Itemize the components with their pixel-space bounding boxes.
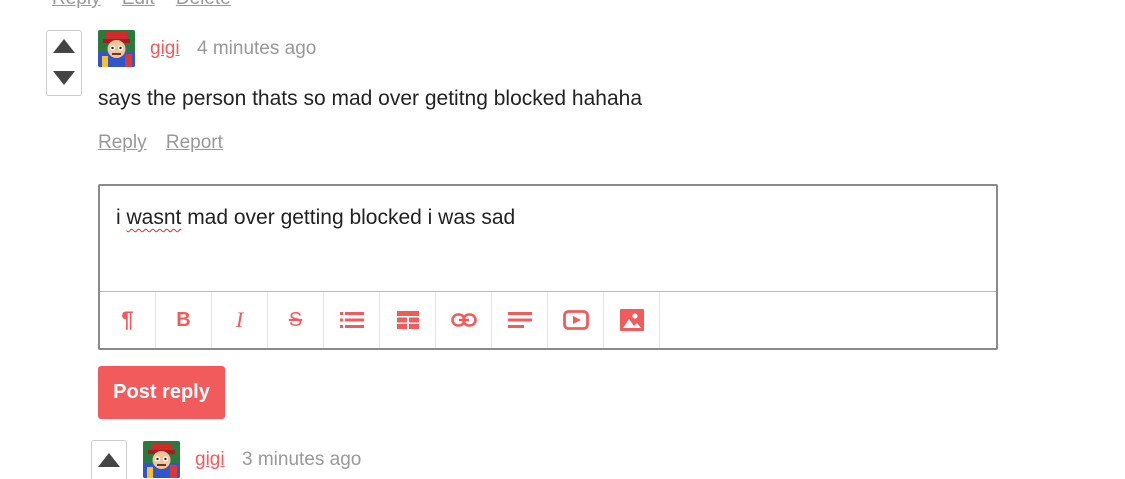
post-reply-button[interactable]: Post reply <box>98 366 225 419</box>
image-button[interactable] <box>604 292 660 348</box>
next-comment-author-link[interactable]: gigi <box>195 449 225 471</box>
bold-icon: B <box>176 308 191 331</box>
previous-delete-link[interactable]: Delete <box>176 0 231 9</box>
reply-text-prefix: i <box>116 206 127 229</box>
table-button[interactable] <box>380 292 436 348</box>
list-icon <box>339 312 364 328</box>
report-link[interactable]: Report <box>166 132 223 153</box>
list-button[interactable] <box>324 292 380 348</box>
table-icon <box>396 311 419 329</box>
align-button[interactable] <box>492 292 548 348</box>
upvote-button[interactable] <box>47 31 81 60</box>
italic-button[interactable]: I <box>212 292 268 348</box>
next-avatar[interactable] <box>143 441 180 478</box>
comment-thread: Reply Edit Delete gigi 4 minutes ago say… <box>0 0 1125 479</box>
next-upvote-button[interactable] <box>92 441 126 479</box>
previous-edit-link[interactable]: Edit <box>122 0 155 9</box>
link-icon <box>450 313 477 327</box>
avatar[interactable] <box>98 30 135 67</box>
reply-text-area[interactable]: i wasnt mad over getting blocked i was s… <box>116 206 515 230</box>
italic-icon: I <box>235 307 244 332</box>
comment-timestamp: 4 minutes ago <box>197 38 317 59</box>
next-vote-box <box>91 440 127 479</box>
paragraph-icon: ¶ <box>121 307 134 332</box>
align-icon <box>507 312 532 328</box>
strikethrough-button[interactable]: S <box>268 292 324 348</box>
previous-reply-link[interactable]: Reply <box>52 0 101 9</box>
video-button[interactable] <box>548 292 604 348</box>
comment-actions: Reply Report <box>98 132 237 154</box>
image-icon <box>619 309 644 331</box>
arrow-down-icon <box>53 70 75 85</box>
link-button[interactable] <box>436 292 492 348</box>
video-icon <box>562 310 589 330</box>
comment-body: says the person thats so mad over getitn… <box>98 87 643 110</box>
downvote-button[interactable] <box>47 60 81 95</box>
paragraph-button[interactable]: ¶ <box>100 292 156 348</box>
vote-box <box>46 30 82 96</box>
previous-comment-actions: Reply Edit Delete <box>52 0 247 10</box>
editor-toolbar: ¶ B I S <box>100 291 996 348</box>
arrow-up-icon <box>98 453 120 467</box>
bold-button[interactable]: B <box>156 292 212 348</box>
arrow-up-icon <box>53 38 75 53</box>
next-comment-timestamp: 3 minutes ago <box>242 449 362 470</box>
comment-author-link[interactable]: gigi <box>150 38 180 60</box>
misspelled-word[interactable]: wasnt <box>127 206 182 229</box>
reply-text-suffix: mad over getting blocked i was sad <box>181 206 516 229</box>
strikethrough-icon: S <box>288 308 303 331</box>
reply-link[interactable]: Reply <box>98 132 147 153</box>
reply-editor[interactable]: i wasnt mad over getting blocked i was s… <box>98 184 998 350</box>
